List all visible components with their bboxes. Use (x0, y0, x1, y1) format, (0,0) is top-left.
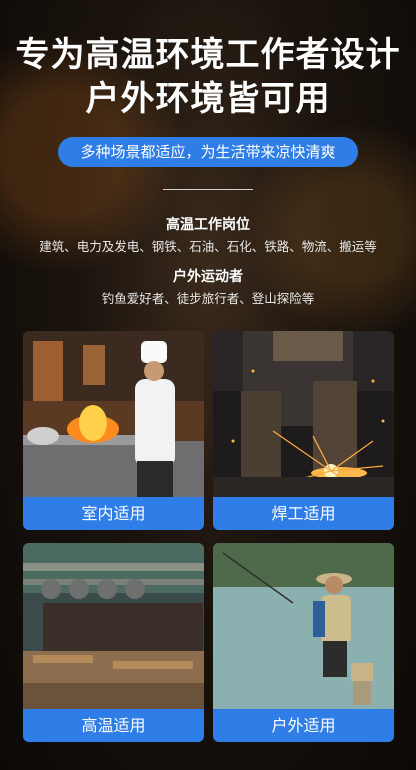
headline-line1: 专为高温环境工作者设计 (15, 35, 401, 75)
headline-line2: 户外环境皆可用 (85, 79, 331, 119)
scene-card-indoor: 室内适用 (23, 331, 204, 530)
steel-construction-site-photo (23, 543, 204, 709)
scene-card-welding: 焊工适用 (213, 331, 394, 530)
divider (163, 189, 253, 190)
card-caption: 室内适用 (23, 497, 204, 530)
scene-card-high-temp: 高温适用 (23, 543, 204, 742)
feature-pill: 多种场景都适应，为生活带来凉快清爽 (58, 137, 358, 167)
section-title-work: 高温工作岗位 (166, 217, 250, 233)
section-title-outdoor: 户外运动者 (173, 269, 243, 285)
card-caption: 焊工适用 (213, 497, 394, 530)
section-text-work: 建筑、电力及发电、钢铁、石油、石化、铁路、物流、搬运等 (39, 239, 377, 254)
kitchen-chef-photo (23, 331, 204, 497)
page: 专为高温环境工作者设计 户外环境皆可用 多种场景都适应，为生活带来凉快清爽 高温… (0, 0, 416, 770)
scene-card-outdoor: 户外适用 (213, 543, 394, 742)
fishing-lake-photo (213, 543, 394, 709)
section-text-outdoor: 钓鱼爱好者、徒步旅行者、登山探险等 (101, 291, 315, 306)
card-caption: 高温适用 (23, 709, 204, 742)
card-caption: 户外适用 (213, 709, 394, 742)
welder-sparks-photo (213, 331, 394, 497)
